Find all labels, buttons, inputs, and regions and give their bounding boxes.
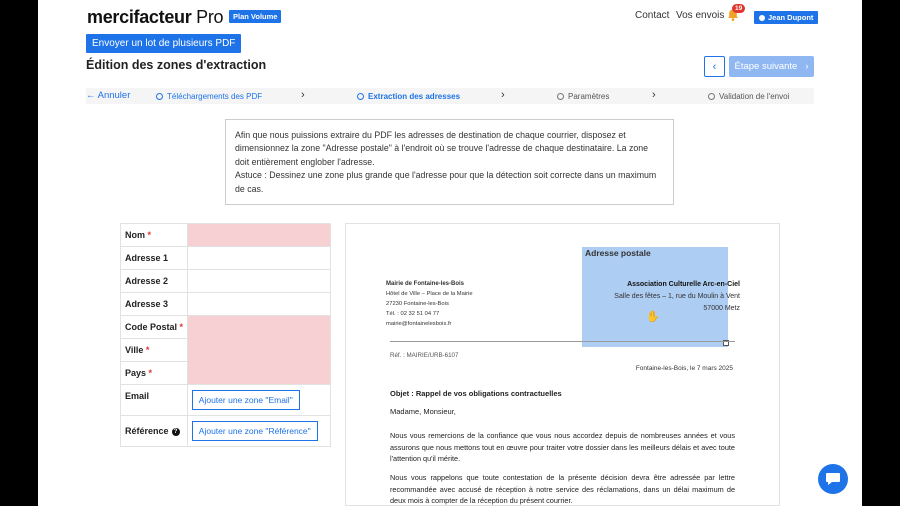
nav-envois-link[interactable]: Vos envois bbox=[676, 10, 724, 21]
app-page: mercifacteur Pro Plan Volume Contact Vos… bbox=[38, 0, 862, 506]
help-icon[interactable]: ? bbox=[171, 427, 180, 436]
check-circle-icon bbox=[156, 93, 163, 100]
field-label-adresse3: Adresse 3 bbox=[120, 292, 188, 316]
table-row: Adresse 1 bbox=[120, 246, 332, 270]
recipient-block: Association Culturelle Arc-en-Ciel Salle… bbox=[606, 279, 740, 315]
add-reference-zone-button[interactable]: Ajouter une zone "Référence" bbox=[191, 421, 318, 441]
logo-text: mercifacteur bbox=[87, 7, 192, 27]
table-row: Code Postal * bbox=[120, 315, 332, 339]
plan-badge: Plan Volume bbox=[229, 10, 282, 23]
field-cell-email: Ajouter une zone "Email" bbox=[186, 384, 332, 416]
circle-icon bbox=[357, 93, 364, 100]
recipient-name: Association Culturelle Arc-en-Ciel bbox=[627, 281, 740, 288]
field-label-ville: Ville * bbox=[120, 338, 188, 362]
table-row: Ville * bbox=[120, 338, 332, 362]
user-name: Jean Dupont bbox=[768, 13, 814, 22]
next-step-label: Étape suivante bbox=[734, 61, 798, 72]
step-parameters[interactable]: Paramètres bbox=[557, 92, 609, 101]
letter-subject: Objet : Rappel de vos obligations contra… bbox=[390, 389, 562, 398]
sender-email: mairie@fontainelesbois.fr bbox=[386, 321, 452, 327]
table-row: Adresse 3 bbox=[120, 292, 332, 316]
chat-icon bbox=[826, 473, 840, 485]
field-zone-ville[interactable] bbox=[186, 338, 332, 362]
notification-count-badge: 19 bbox=[732, 4, 746, 13]
pdf-preview[interactable]: Mairie de Fontaine-les-Bois Hôtel de Vil… bbox=[345, 223, 780, 506]
field-label-pays: Pays * bbox=[120, 361, 188, 385]
step-label: Téléchargements des PDF bbox=[167, 92, 263, 101]
address-zone-label: Adresse postale bbox=[585, 248, 651, 258]
step-label: Extraction des adresses bbox=[368, 92, 461, 101]
field-zone-code-postal[interactable] bbox=[186, 315, 332, 339]
stepper: ← Annuler Téléchargements des PDF › Extr… bbox=[86, 88, 814, 104]
step-address-extraction[interactable]: Extraction des adresses bbox=[357, 92, 460, 101]
field-zone-adresse1[interactable] bbox=[186, 246, 332, 270]
next-step-button[interactable]: Étape suivante › bbox=[729, 56, 814, 77]
field-label-adresse1: Adresse 1 bbox=[120, 246, 188, 270]
cancel-link[interactable]: ← Annuler bbox=[86, 90, 130, 101]
letter-paragraph-1: Nous vous remercions de la confiance que… bbox=[390, 431, 735, 463]
sender-line1: Hôtel de Ville – Place de la Mairie bbox=[386, 291, 473, 297]
step-uploads[interactable]: Téléchargements des PDF bbox=[156, 92, 262, 101]
send-batch-button[interactable]: Envoyer un lot de plusieurs PDF bbox=[86, 34, 242, 53]
instructions-box: Afin que nous puissions extraire du PDF … bbox=[225, 119, 674, 205]
instructions-tip: Astuce : Dessinez une zone plus grande q… bbox=[235, 170, 657, 194]
field-zone-pays[interactable] bbox=[186, 361, 332, 385]
table-row: Nom * bbox=[120, 223, 332, 247]
chevron-right-icon: › bbox=[805, 61, 809, 72]
sender-name: Mairie de Fontaine-les-Bois bbox=[386, 281, 465, 287]
field-zone-adresse3[interactable] bbox=[186, 292, 332, 316]
step-label: Validation de l'envoi bbox=[719, 92, 790, 101]
divider bbox=[390, 341, 735, 342]
logo-pro-text: Pro bbox=[196, 7, 224, 27]
table-row: Adresse 2 bbox=[120, 269, 332, 293]
step-label: Paramètres bbox=[568, 92, 610, 101]
field-label-code-postal: Code Postal * bbox=[120, 315, 188, 339]
chevron-right-icon: › bbox=[501, 89, 505, 101]
field-label-email: Email bbox=[120, 384, 188, 416]
sender-line2: 27230 Fontaine-les-Bois bbox=[386, 301, 449, 307]
hand-cursor-icon: ✋ bbox=[646, 311, 660, 323]
table-row: Référence? Ajouter une zone "Référence" bbox=[120, 415, 332, 447]
add-email-zone-button[interactable]: Ajouter une zone "Email" bbox=[191, 390, 300, 410]
chevron-right-icon: › bbox=[301, 89, 305, 101]
logo[interactable]: mercifacteur Pro bbox=[87, 7, 224, 28]
letter-salutation: Madame, Monsieur, bbox=[390, 407, 456, 416]
field-zone-nom[interactable] bbox=[186, 223, 332, 247]
chevron-right-icon: › bbox=[652, 89, 656, 101]
chat-button[interactable] bbox=[818, 464, 848, 494]
field-label-nom: Nom * bbox=[120, 223, 188, 247]
table-row: Pays * bbox=[120, 361, 332, 385]
field-cell-reference: Ajouter une zone "Référence" bbox=[186, 415, 332, 447]
letter-reference: Réf. : MAIRIE/URB-6107 bbox=[390, 352, 459, 359]
nav-contact-link[interactable]: Contact bbox=[635, 10, 669, 21]
instructions-text: Afin que nous puissions extraire du PDF … bbox=[235, 130, 649, 167]
field-label-adresse2: Adresse 2 bbox=[120, 269, 188, 293]
field-label-reference: Référence? bbox=[120, 415, 188, 447]
letter-date: Fontaine-les-Bois, le 7 mars 2025 bbox=[635, 365, 733, 372]
cancel-label: Annuler bbox=[97, 90, 131, 101]
chevron-left-icon: ‹ bbox=[712, 60, 717, 73]
arrow-left-icon: ← bbox=[86, 90, 96, 101]
step-validation[interactable]: Validation de l'envoi bbox=[708, 92, 789, 101]
recipient-line2: 57000 Metz bbox=[703, 305, 740, 312]
previous-step-button[interactable]: ‹ bbox=[704, 56, 725, 77]
circle-icon bbox=[557, 93, 564, 100]
sender-block: Mairie de Fontaine-les-Bois Hôtel de Vil… bbox=[386, 279, 473, 329]
extraction-fields-table: Nom * Adresse 1 Adresse 2 Adresse 3 Code… bbox=[120, 223, 332, 447]
user-icon bbox=[759, 14, 765, 21]
sender-phone: Tél. : 02 32 51 04 77 bbox=[386, 311, 440, 317]
table-row: Email Ajouter une zone "Email" bbox=[120, 384, 332, 416]
circle-icon bbox=[708, 93, 715, 100]
field-zone-adresse2[interactable] bbox=[186, 269, 332, 293]
recipient-line1: Salle des fêtes – 1, rue du Moulin à Ven… bbox=[614, 293, 740, 300]
page-title: Édition des zones d'extraction bbox=[86, 58, 267, 72]
user-menu-button[interactable]: Jean Dupont bbox=[754, 11, 819, 24]
letter-paragraph-2: Nous vous rappelons que toute contestati… bbox=[390, 473, 735, 505]
